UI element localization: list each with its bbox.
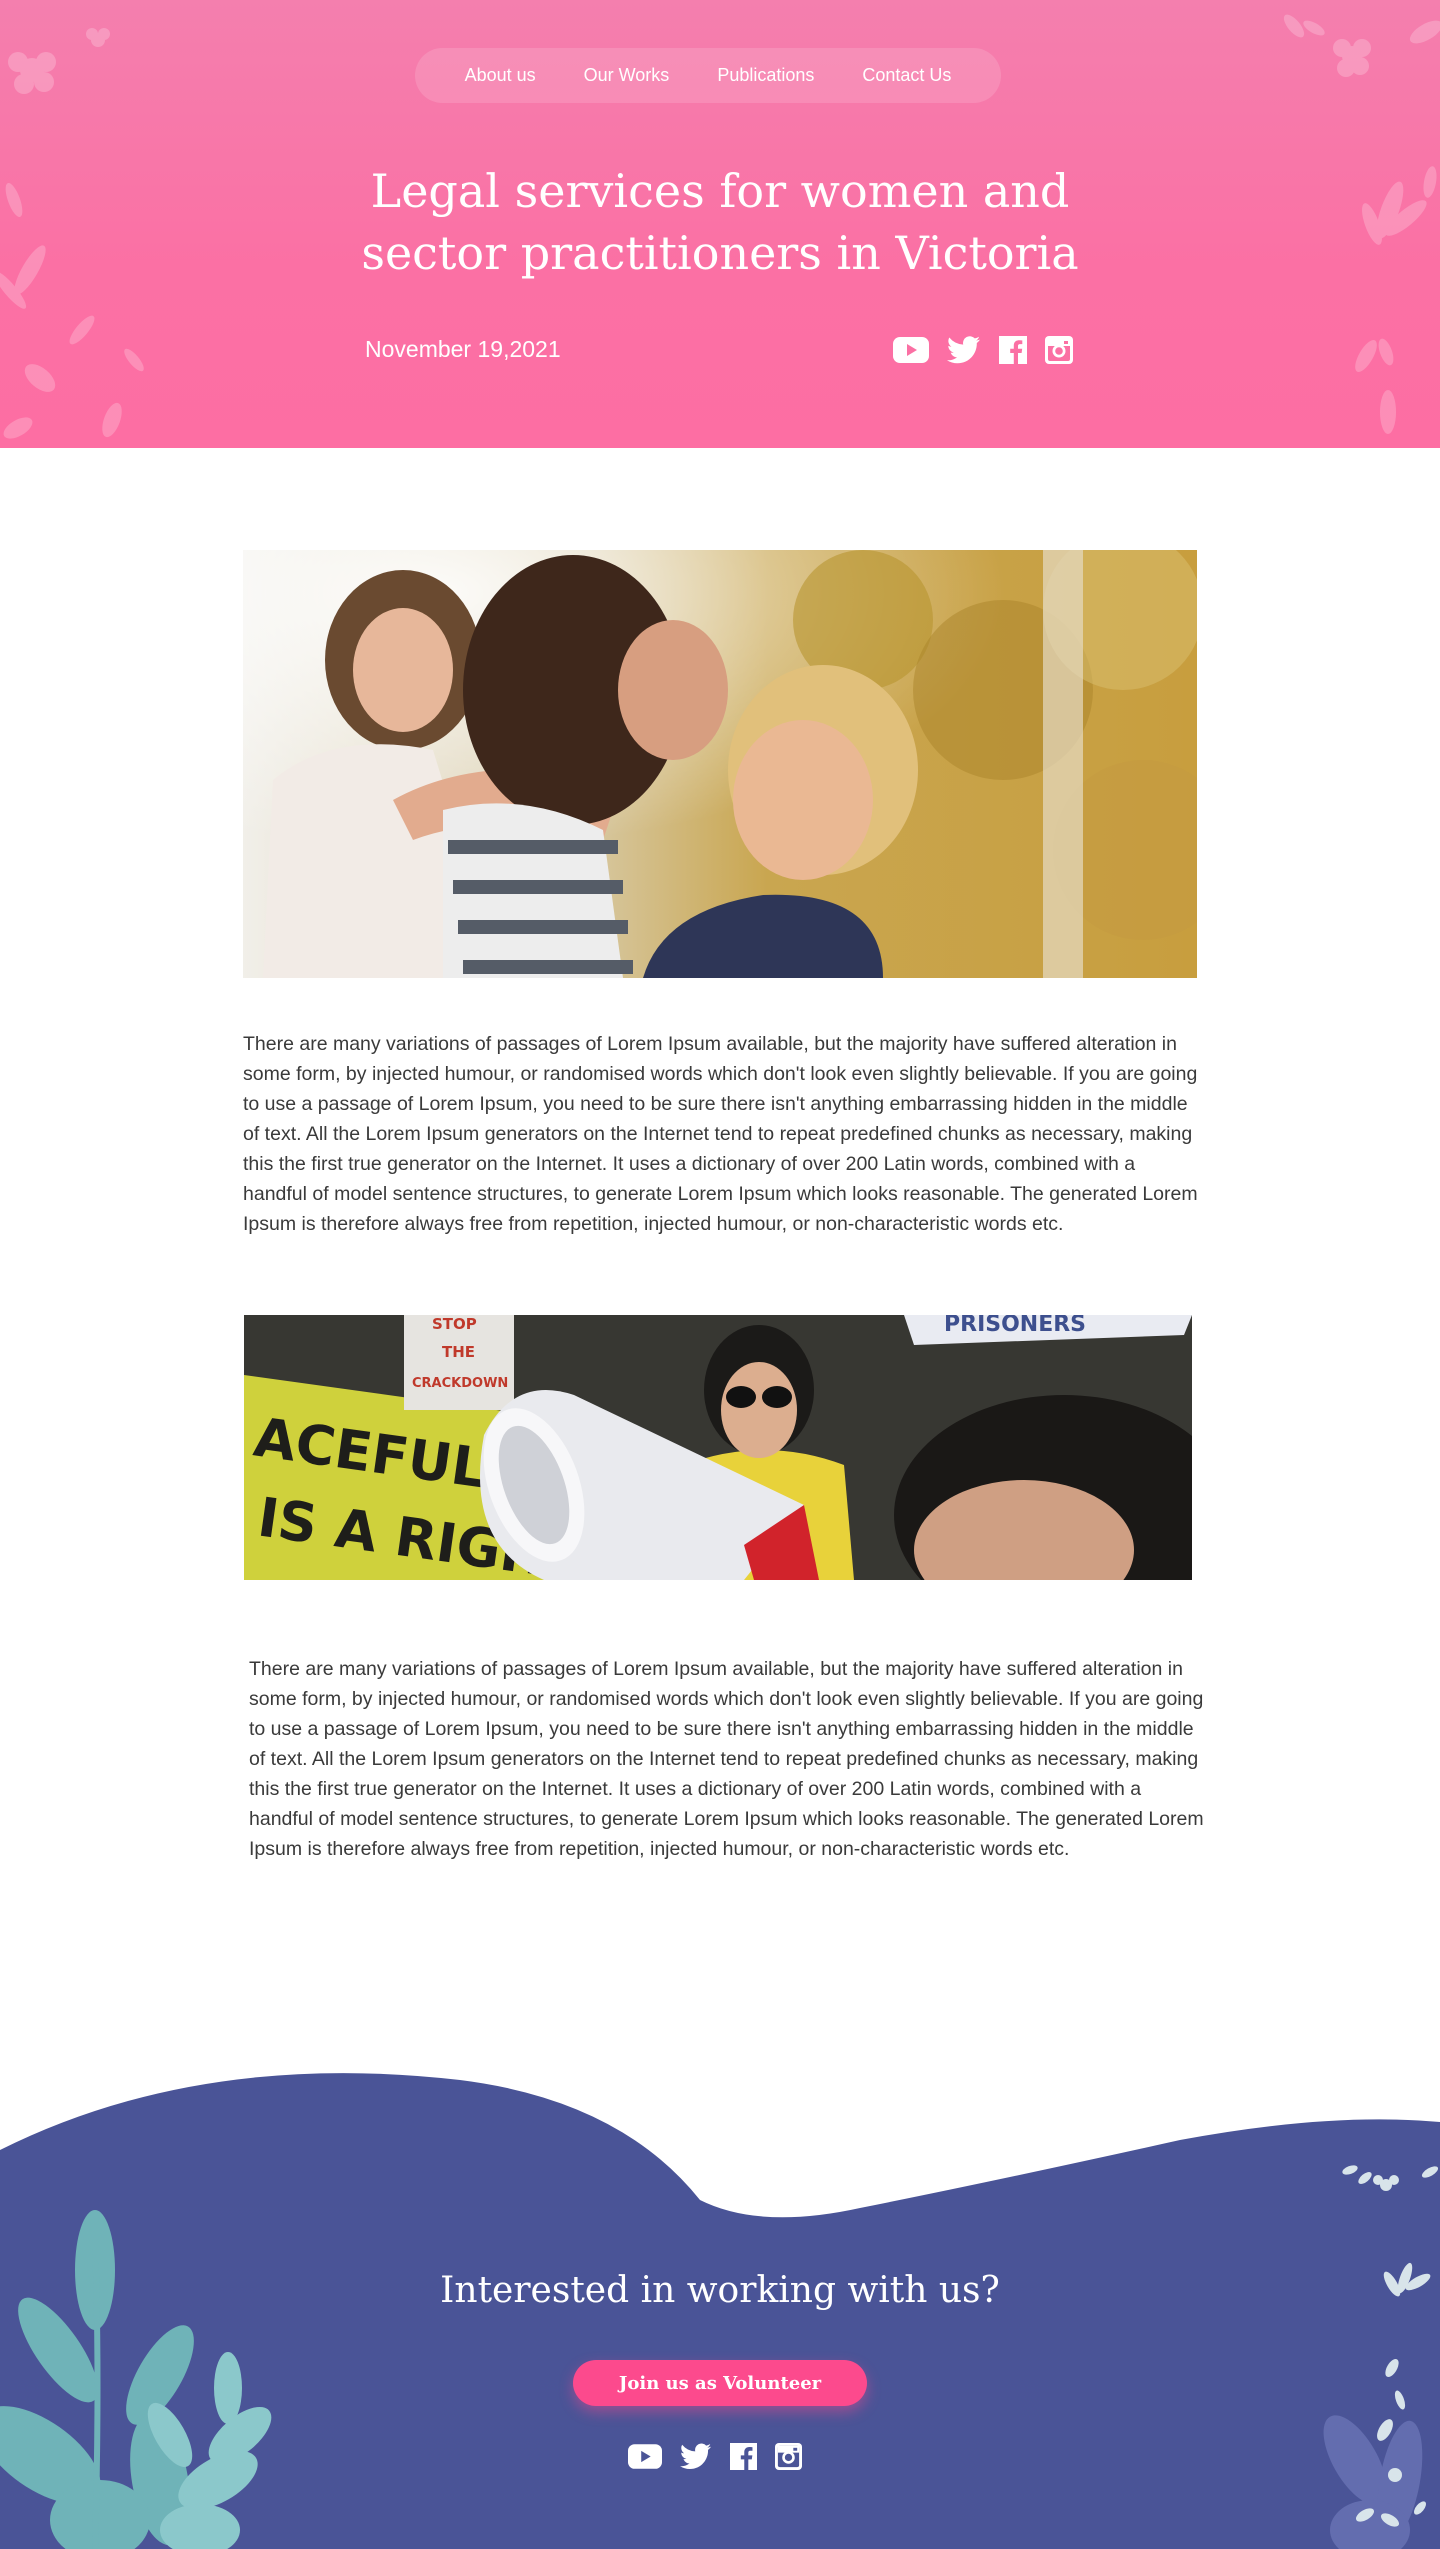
article-paragraph: There are many variations of passages of… xyxy=(249,1658,1204,1860)
youtube-icon[interactable] xyxy=(893,337,929,363)
facebook-icon[interactable] xyxy=(999,336,1027,364)
nav-about-us[interactable]: About us xyxy=(441,65,560,86)
youtube-icon[interactable] xyxy=(628,2444,662,2469)
article-photo-protest: ACEFUL PRO IS A RIGHT STOP THE CRACKDOWN… xyxy=(244,1315,1192,1580)
nav-contact-us[interactable]: Contact Us xyxy=(838,65,975,86)
footer-social-links xyxy=(628,2443,802,2470)
instagram-icon[interactable] xyxy=(775,2443,802,2470)
twitter-icon[interactable] xyxy=(947,336,981,364)
top-sign-text: PRISONERS xyxy=(944,1315,1086,1337)
article-photo-family xyxy=(243,550,1197,978)
footer: Interested in working with us? Join us a… xyxy=(0,2060,1440,2549)
sign-text-line-3: CRACKDOWN xyxy=(412,1376,508,1391)
main-nav: About us Our Works Publications Contact … xyxy=(415,48,1001,103)
twitter-icon[interactable] xyxy=(680,2443,712,2470)
decorative-flowers-left-icon xyxy=(0,28,144,439)
nav-publications[interactable]: Publications xyxy=(693,65,838,86)
publish-date: November 19,2021 xyxy=(365,336,561,362)
hero-social-links xyxy=(893,336,1073,364)
hero-header: About us Our Works Publications Contact … xyxy=(0,0,1440,448)
page-title: Legal services for women and sector prac… xyxy=(361,164,1079,280)
facebook-icon[interactable] xyxy=(730,2443,757,2470)
article-paragraph: There are many variations of passages of… xyxy=(243,1033,1198,1235)
decorative-flowers-right-icon xyxy=(1283,14,1440,434)
footer-title: Interested in working with us? xyxy=(440,2270,1000,2311)
instagram-icon[interactable] xyxy=(1045,336,1073,364)
nav-our-works[interactable]: Our Works xyxy=(560,65,694,86)
sign-text-line-2: THE xyxy=(442,1343,475,1361)
join-volunteer-button[interactable]: Join us as Volunteer xyxy=(573,2360,867,2406)
sign-text-line-1: STOP xyxy=(432,1315,477,1333)
